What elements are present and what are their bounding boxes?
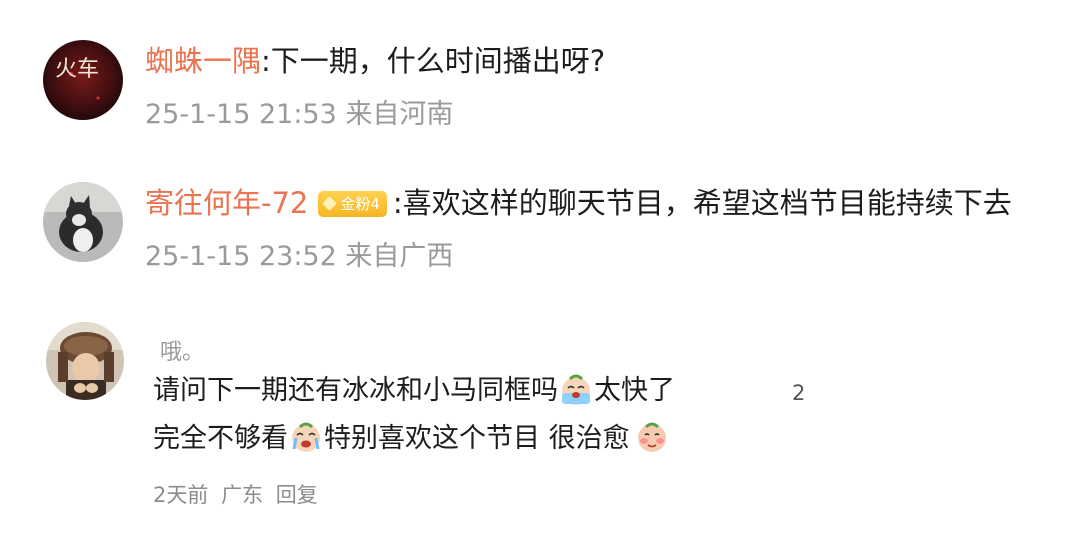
username-link[interactable]: 蜘蛛一隅	[145, 44, 261, 78]
comment-text: 太快了	[594, 375, 675, 406]
avatar[interactable]: 火车	[43, 40, 123, 120]
like-count[interactable]: 2	[792, 381, 805, 405]
comment-text: :喜欢这样的聊天节目，希望这档节目能持续下去	[392, 186, 1012, 220]
avatar-image	[43, 182, 123, 262]
avatar[interactable]	[46, 322, 124, 400]
avatar[interactable]	[43, 182, 123, 262]
sobbing-emoji-icon	[288, 419, 324, 455]
comment-text: 完全不够看	[153, 423, 288, 454]
comment-meta: 25-1-15 23:52 来自广西	[145, 241, 454, 272]
comment-text: 请问下一期还有冰冰和小马同框吗	[153, 375, 558, 406]
comment-text-line: 完全不够看 特别喜欢这个节目 很治愈	[153, 419, 670, 459]
avatar-image	[46, 322, 124, 400]
comment-time: 2天前	[153, 483, 209, 507]
avatar-image: 火车	[43, 40, 123, 120]
diamond-icon	[322, 196, 338, 211]
username-link[interactable]: 寄往何年-72	[145, 186, 308, 220]
avatar-text: 火车	[55, 57, 99, 82]
comment-meta: 25-1-15 21:53 来自河南	[145, 99, 454, 130]
comment-meta: 2天前 广东 回复	[153, 479, 318, 509]
fan-badge[interactable]: 金粉4	[318, 191, 387, 217]
comment-text-line: 蜘蛛一隅:下一期，什么时间播出呀?	[145, 41, 605, 81]
crying-emoji-icon	[558, 371, 594, 407]
badge-label: 金粉4	[340, 195, 380, 213]
reply-button[interactable]: 回复	[276, 483, 318, 507]
comment-text: 特别喜欢这个节目 很治愈	[324, 423, 630, 454]
comment-text-line: 寄往何年-72 金粉4 :喜欢这样的聊天节目，希望这档节目能持续下去	[145, 183, 1012, 223]
username-link[interactable]: 哦。	[160, 334, 204, 366]
comment-location: 广东	[221, 483, 264, 507]
comment-text-line: 请问下一期还有冰冰和小马同框吗 太快了	[153, 371, 675, 411]
comment-text: :下一期，什么时间播出呀?	[261, 44, 606, 78]
blushing-emoji-icon	[634, 419, 670, 455]
